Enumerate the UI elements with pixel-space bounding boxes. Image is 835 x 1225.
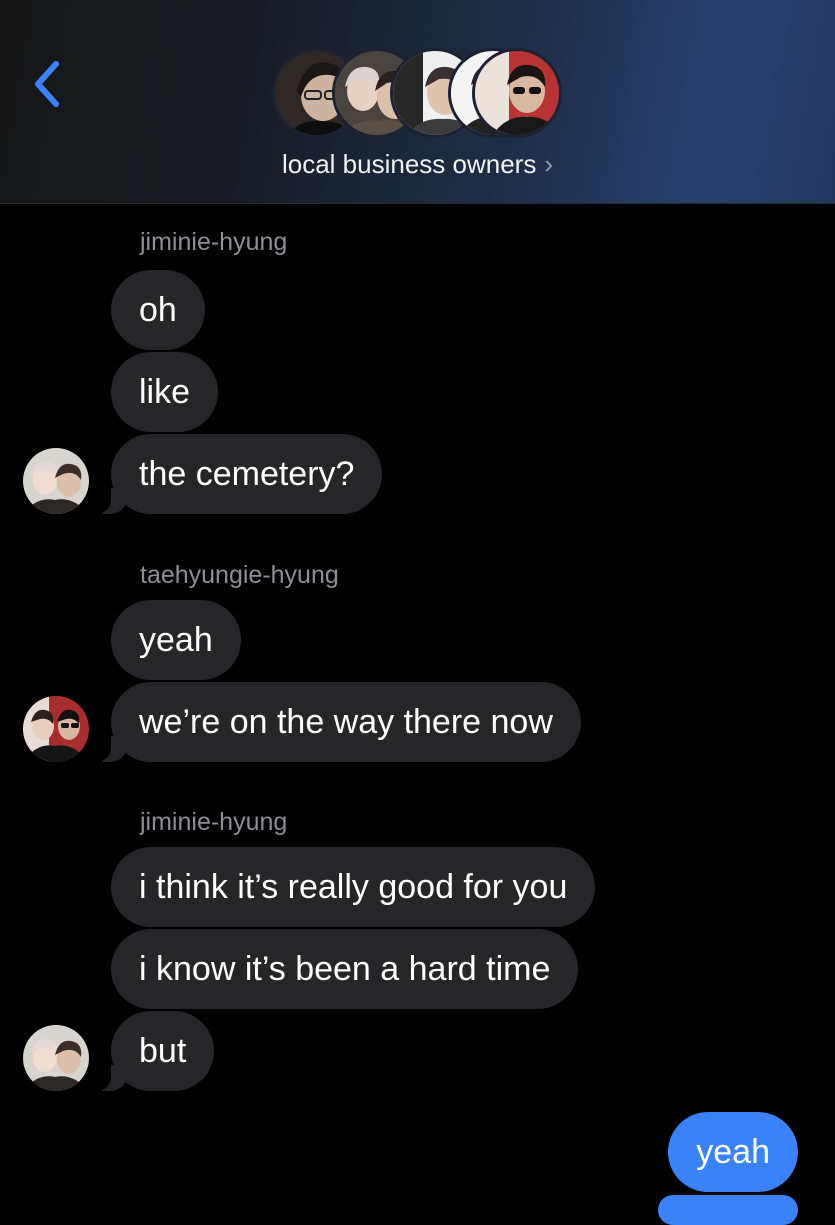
sender-avatar[interactable]	[23, 448, 89, 514]
incoming-message[interactable]: we’re on the way there now	[89, 682, 581, 762]
group-avatars[interactable]	[272, 48, 564, 140]
incoming-message[interactable]: i think it’s really good for you	[111, 847, 596, 927]
message-text: but	[139, 1031, 187, 1070]
chevron-right-icon: ›	[544, 148, 554, 179]
incoming-message[interactable]: the cemetery?	[88, 434, 383, 514]
conversation-header: local business owners ›	[0, 0, 835, 204]
incoming-message[interactable]: i know it’s been a hard time	[111, 929, 579, 1009]
incoming-message[interactable]: yeah	[111, 600, 241, 680]
sender-name: jiminie-hyung	[140, 228, 288, 256]
group-name-button[interactable]: local business owners ›	[0, 146, 835, 182]
sender-name: jiminie-hyung	[140, 808, 288, 836]
incoming-message[interactable]: oh	[111, 270, 205, 350]
sender-name: taehyungie-hyung	[140, 561, 339, 589]
message-text: we’re on the way there now	[139, 702, 553, 741]
sender-avatar[interactable]	[23, 1025, 89, 1091]
incoming-message[interactable]: like	[111, 352, 219, 432]
chevron-left-icon	[35, 61, 59, 107]
sender-avatar[interactable]	[23, 696, 89, 762]
back-button[interactable]	[22, 52, 72, 116]
outgoing-message[interactable]: yeah	[668, 1112, 798, 1192]
group-avatar-5	[472, 48, 562, 138]
message-text: the cemetery?	[139, 454, 355, 493]
group-name-label: local business owners	[281, 148, 537, 179]
incoming-message[interactable]: but	[88, 1011, 215, 1091]
